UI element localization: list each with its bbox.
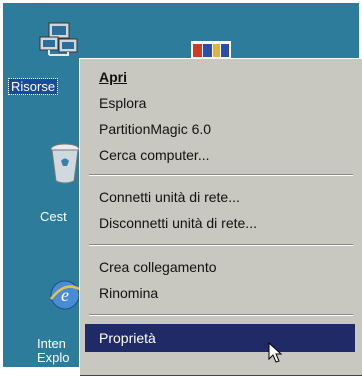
partitionmagic-logo — [191, 39, 231, 59]
menu-separator — [89, 244, 353, 246]
internet-explorer-icon[interactable]: e — [47, 277, 83, 313]
icon-label-risorse[interactable]: Risorse — [7, 78, 59, 95]
menu-item-connetti-unita[interactable]: Connetti unità di rete... — [85, 184, 355, 210]
desktop: Risorse Cest e Inten Explo Apri Esplora … — [0, 0, 362, 376]
icon-label-cestino[interactable]: Cest — [40, 209, 67, 224]
network-computer-icon[interactable] — [37, 19, 83, 65]
context-menu: Apri Esplora PartitionMagic 6.0 Cerca co… — [79, 58, 362, 376]
icon-label-internet-explorer[interactable]: Inten Explo — [37, 337, 70, 365]
menu-item-proprieta[interactable]: Proprietà — [85, 324, 355, 352]
menu-item-crea-collegamento[interactable]: Crea collegamento — [85, 254, 355, 280]
menu-separator — [89, 314, 353, 316]
menu-item-cerca-computer[interactable]: Cerca computer... — [85, 142, 355, 168]
mouse-cursor-icon — [268, 341, 284, 369]
menu-item-rinomina[interactable]: Rinomina — [85, 280, 355, 306]
menu-separator — [89, 174, 353, 176]
menu-item-partitionmagic[interactable]: PartitionMagic 6.0 — [85, 116, 355, 142]
menu-item-apri[interactable]: Apri — [85, 64, 355, 90]
menu-item-disconnetti-unita[interactable]: Disconnetti unità di rete... — [85, 210, 355, 236]
menu-item-esplora[interactable]: Esplora — [85, 90, 355, 116]
recycle-bin-icon[interactable] — [47, 139, 83, 187]
